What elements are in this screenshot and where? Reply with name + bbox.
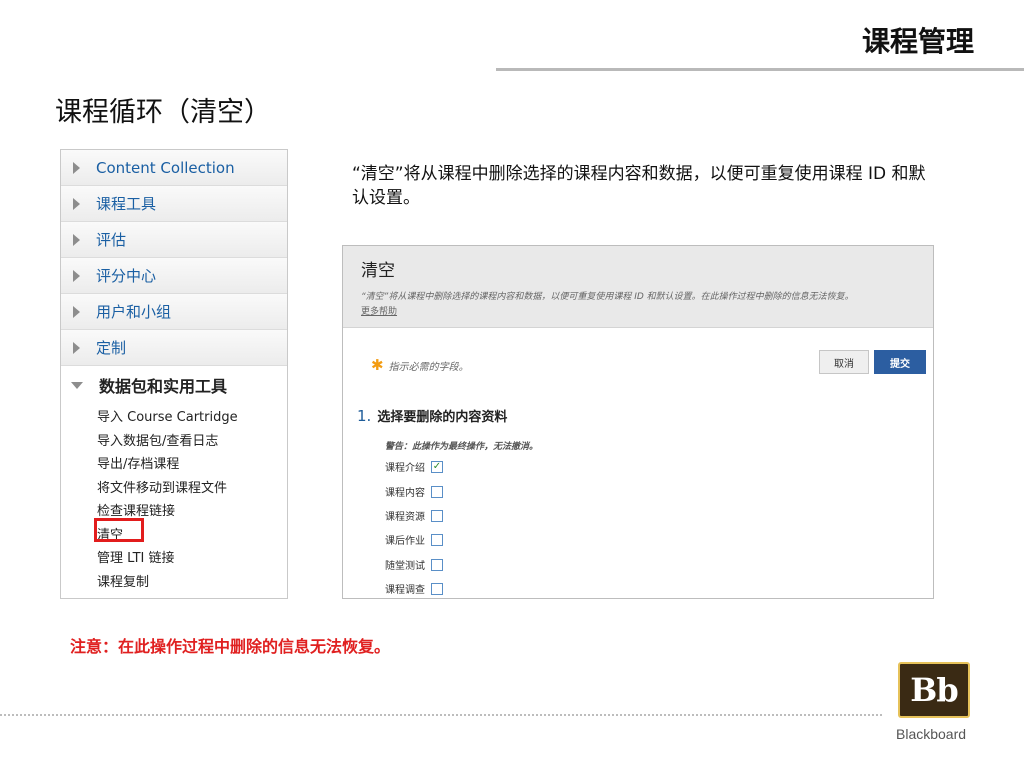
asterisk-icon: ✱ (371, 356, 384, 374)
highlight-box (94, 518, 144, 542)
checkbox-course-resources[interactable] (431, 509, 443, 522)
panel-title: 清空 (361, 261, 395, 281)
menu-item-label: 用户和小组 (96, 303, 172, 321)
option-course-intro: 课程介绍 ✓ (385, 460, 443, 474)
slide-header-title: 课程管理 (861, 25, 974, 58)
expand-arrow-icon (73, 269, 80, 282)
submit-button[interactable]: 提交 (874, 350, 926, 374)
page-title: 课程循环（清空） (55, 97, 271, 128)
collapse-arrow-icon (71, 381, 83, 389)
menu-item-label: 评分中心 (96, 267, 157, 285)
recycle-form-panel: 清空 “清空”将从课程中删除选择的课程内容和数据，以便可重复使用课程 ID 和默… (342, 245, 934, 599)
menu-item-grade-center[interactable]: 评分中心 (61, 258, 287, 294)
step-heading: 1. 选择要删除的内容资料 (357, 406, 507, 425)
warning-note: 注意：在此操作过程中删除的信息无法恢复。 (70, 637, 391, 656)
expand-arrow-icon (73, 197, 80, 210)
submenu-item-manage-lti[interactable]: 管理 LTI 链接 (97, 547, 287, 571)
option-homework: 课后作业 (385, 532, 443, 547)
option-course-resources: 课程资源 (385, 508, 443, 523)
submenu-item-import-cartridge[interactable]: 导入 Course Cartridge (97, 406, 287, 430)
menu-section-packages-utilities[interactable]: 数据包和实用工具 (61, 366, 287, 404)
menu-item-label: 评估 (96, 231, 127, 249)
step-number: 1. (357, 407, 372, 425)
menu-item-content-collection[interactable]: Content Collection (61, 150, 287, 186)
submenu-item-move-files[interactable]: 将文件移动到课程文件 (97, 477, 287, 501)
expand-arrow-icon (73, 341, 80, 354)
description-text: “清空”将从课程中删除选择的课程内容和数据，以便可重复使用课程 ID 和默认设置… (352, 164, 926, 208)
logo-wordmark: Blackboard (896, 726, 967, 742)
panel-subtitle: “清空”将从课程中删除选择的课程内容和数据，以便可重复使用课程 ID 和默认设置… (361, 292, 854, 302)
expand-arrow-icon (73, 305, 80, 318)
checkbox-course-intro[interactable]: ✓ (431, 460, 443, 473)
required-field-note: ✱ 指示必需的字段。 (371, 356, 469, 374)
expand-arrow-icon (73, 161, 80, 174)
submenu-list: 导入 Course Cartridge 导入数据包/查看日志 导出/存档课程 将… (61, 404, 287, 594)
menu-item-customization[interactable]: 定制 (61, 330, 287, 366)
checkbox-homework[interactable] (431, 533, 443, 546)
menu-item-label: 课程工具 (96, 195, 157, 213)
option-course-content: 课程内容 (385, 484, 443, 499)
cancel-button[interactable]: 取消 (819, 350, 869, 374)
submenu-item-export-archive[interactable]: 导出/存档课程 (97, 453, 287, 477)
step-title: 选择要删除的内容资料 (377, 410, 508, 425)
option-surveys: 课程调查 (385, 581, 443, 596)
expand-arrow-icon (73, 233, 80, 246)
menu-item-label: 定制 (96, 339, 127, 357)
option-quizzes: 随堂测试 (385, 557, 443, 572)
checkbox-course-content[interactable] (431, 485, 443, 498)
header-divider (496, 68, 1024, 71)
checkbox-quizzes[interactable] (431, 558, 443, 571)
footer-divider (0, 714, 882, 716)
menu-section-label: 数据包和实用工具 (99, 377, 228, 396)
menu-item-course-tools[interactable]: 课程工具 (61, 186, 287, 222)
submenu-item-course-copy[interactable]: 课程复制 (97, 571, 287, 595)
more-help-link[interactable]: 更多帮助 (361, 304, 933, 317)
menu-item-label: Content Collection (96, 158, 235, 177)
menu-item-users-groups[interactable]: 用户和小组 (61, 294, 287, 330)
bb-logo-icon: Bb (898, 662, 970, 718)
submenu-item-import-package[interactable]: 导入数据包/查看日志 (97, 430, 287, 454)
warning-text: 警告：此操作为最终操作，无法撤消。 (385, 442, 539, 452)
checkbox-surveys[interactable] (431, 582, 443, 595)
menu-item-evaluation[interactable]: 评估 (61, 222, 287, 258)
blackboard-logo: Bb Blackboard (896, 660, 986, 750)
panel-header: 清空 “清空”将从课程中删除选择的课程内容和数据，以便可重复使用课程 ID 和默… (343, 246, 933, 328)
